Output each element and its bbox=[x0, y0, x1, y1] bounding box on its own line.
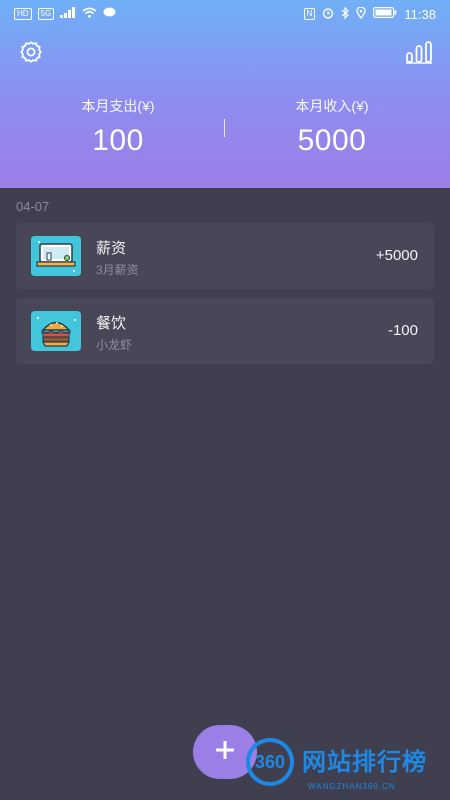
statistics-button[interactable] bbox=[404, 39, 434, 69]
clock: 11:38 bbox=[404, 6, 436, 22]
watermark-logo: 360 bbox=[246, 738, 294, 786]
item-note: 小龙虾 bbox=[96, 338, 133, 352]
transaction-item-salary[interactable]: 薪资 3月薪资 +5000 bbox=[16, 223, 434, 289]
monthly-income[interactable]: 本月收入(¥) 5000 bbox=[232, 96, 432, 158]
plus-icon bbox=[214, 739, 236, 766]
item-amount: +5000 bbox=[375, 247, 418, 264]
burger-icon bbox=[31, 311, 81, 351]
monthly-expense[interactable]: 本月支出(¥) 100 bbox=[18, 96, 218, 158]
location-icon bbox=[356, 5, 367, 22]
income-label: 本月收入(¥) bbox=[295, 98, 369, 114]
wifi-icon bbox=[82, 7, 97, 21]
watermark: 360 网站排行榜 WANGZHAN360.CN bbox=[246, 738, 446, 798]
bluetooth-icon bbox=[341, 6, 350, 22]
expense-value: 100 bbox=[92, 124, 144, 157]
bar-chart-icon bbox=[405, 40, 433, 69]
settings-button[interactable] bbox=[16, 39, 46, 69]
gear-icon bbox=[18, 39, 44, 70]
alarm-icon bbox=[322, 7, 334, 22]
date-header: 04-07 bbox=[16, 199, 50, 214]
expense-label: 本月支出(¥) bbox=[81, 98, 155, 114]
battery-icon bbox=[373, 7, 397, 21]
hd-badge: HD bbox=[14, 8, 32, 20]
item-title: 餐饮 bbox=[96, 315, 127, 332]
signal-icon bbox=[60, 7, 76, 21]
income-value: 5000 bbox=[297, 124, 367, 157]
item-note: 3月薪资 bbox=[96, 263, 139, 277]
network-badge: 5G bbox=[37, 8, 55, 20]
item-title: 薪资 bbox=[96, 240, 127, 257]
watermark-text: 网站排行榜 bbox=[302, 749, 427, 776]
status-bar: HD 5G N 11:38 bbox=[0, 0, 450, 28]
transaction-item-food[interactable]: 餐饮 小龙虾 -100 bbox=[16, 298, 434, 364]
stats-divider bbox=[224, 119, 225, 137]
item-amount: -100 bbox=[387, 322, 418, 339]
watermark-subtext: WANGZHAN360.CN bbox=[308, 782, 396, 791]
salary-icon bbox=[31, 236, 81, 276]
nfc-badge: N bbox=[303, 8, 316, 20]
header: HD 5G N 11:38 本月支出(¥) 100 本月收入(¥) 5000 bbox=[0, 0, 450, 188]
message-icon bbox=[103, 7, 116, 21]
